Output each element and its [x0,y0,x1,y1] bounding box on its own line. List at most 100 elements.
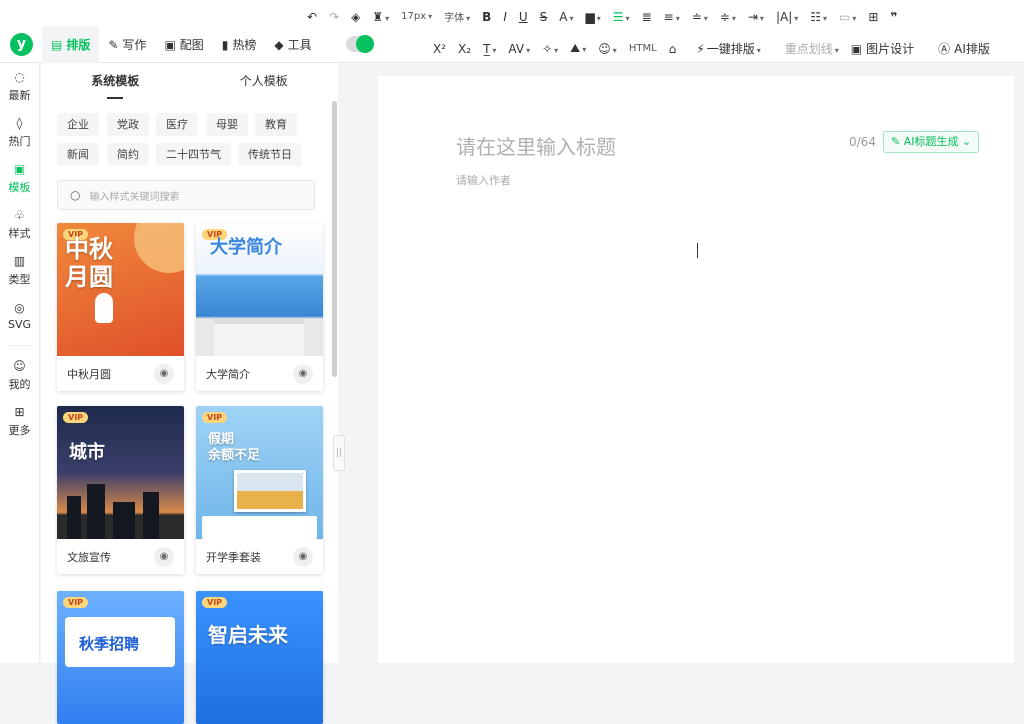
template-card[interactable]: VIP 秋季招聘 [57,591,184,724]
eye-icon[interactable]: ◉ [293,363,313,384]
school-bus-photo [237,473,303,509]
tag-festivals[interactable]: 传统节日 [238,143,302,166]
panel-tabs: 系统模板 个人模板 [41,63,338,99]
quote-icon[interactable]: ❞ [890,10,897,24]
insert-image-icon[interactable]: ⛰ [570,41,586,56]
list-icon[interactable]: ☷ [810,10,827,24]
eye-icon[interactable]: ◉ [293,546,313,567]
align-center-icon[interactable]: ☰ [613,10,630,24]
briefcase-icon[interactable]: ⌂ [669,42,677,56]
tab-system-templates[interactable]: 系统模板 [41,63,190,99]
undo-icon[interactable]: ↶ [307,10,317,24]
tag-news[interactable]: 新闻 [57,143,99,166]
format-painter-icon[interactable]: ◈ [351,10,360,24]
tag-enterprise[interactable]: 企业 [57,113,99,136]
title-input[interactable]: 请在这里输入标题 [456,131,616,160]
bookmark-icon: ▮ [221,37,229,52]
tab-trending[interactable]: ▮ 热榜 [213,26,266,63]
tag-simple[interactable]: 简约 [107,143,149,166]
tag-party[interactable]: 党政 [107,113,149,136]
template-card[interactable]: VIP 中秋 月圆 中秋月圆 ◉ [57,223,184,391]
ai-title-button[interactable]: ✎ AI标题生成 ⌄ [883,131,980,153]
sidebar-item-styles[interactable]: ♧ 样式 [0,201,39,247]
tab-personal-templates[interactable]: 个人模板 [190,63,339,99]
tab-writing[interactable]: ✎ 写作 [99,26,155,63]
tab-tools[interactable]: ◆ 工具 [265,26,320,63]
redo-icon[interactable]: ↷ [329,10,339,24]
template-title: 中秋月圆 [67,367,111,381]
align-icon[interactable]: ≡ [664,10,680,24]
sidebar-item-svg[interactable]: ◎ SVG [0,293,39,339]
tab-images[interactable]: ▣ 配图 [155,26,212,63]
vip-badge: VIP [202,412,228,423]
background-color-icon[interactable]: ▆ [586,10,601,24]
magic-wand-icon[interactable]: ✧ [542,42,558,56]
subscript-icon[interactable]: X₂ [458,42,471,56]
thumbnail-title: 秋季招聘 [79,635,140,653]
tab-layout[interactable]: ▤ 排版 [42,26,100,63]
tag-baby[interactable]: 母婴 [206,113,248,136]
toggle-knob [356,35,374,53]
template-search-input[interactable]: ○ 输入样式关键词搜索 [57,180,315,210]
svg-icon: ◎ [14,301,25,315]
app-logo[interactable]: y [10,33,33,56]
template-title: 大学简介 [206,367,250,381]
template-card[interactable]: VIP 城市 文旅宣传 ◉ [57,406,184,574]
tag-medical[interactable]: 医疗 [156,113,198,136]
bold-icon[interactable]: B [482,10,491,24]
letter-spacing-icon[interactable]: |A| [776,10,798,24]
template-card[interactable]: VIP 智启未来 [196,591,323,724]
strikethrough-icon[interactable]: S [540,10,548,24]
table-icon[interactable]: ⊞ [868,10,878,24]
sidebar-item-latest[interactable]: ◌ 最新 [0,63,39,109]
tag-solar-terms[interactable]: 二十四节气 [156,143,231,166]
font-family-select[interactable]: 字体 [444,9,470,24]
main-nav-tabs: ▤ 排版 ✎ 写作 ▣ 配图 ▮ 热榜 ◆ 工具 [42,26,321,63]
font-size-select[interactable]: 17px [401,11,432,22]
cube-icon: ◆ [274,37,284,52]
tab-label: 工具 [287,38,312,52]
image-design-button[interactable]: ▣ 图片设计 [851,40,926,57]
superscript-icon[interactable]: X² [433,42,446,56]
thumbnail-title: 大学简介 [210,237,282,258]
eye-icon[interactable]: ◉ [154,546,174,567]
tab-label: 排版 [66,38,91,52]
ai-icon: Ⓐ [938,42,951,56]
clear-format-icon[interactable]: ♜ [372,10,389,24]
info-strip [202,516,317,539]
user-icon: ☺ [13,358,26,373]
one-click-layout-button[interactable]: ⚡ 一键排版 [696,40,772,57]
indent-select-icon[interactable]: ⇥ [748,10,764,24]
indent-icon[interactable]: ≣ [642,10,652,24]
sidebar-item-templates[interactable]: ▣ 模板 [0,155,39,201]
eye-icon[interactable]: ◉ [154,363,174,384]
sidebar-item-hot[interactable]: ◊ 热门 [0,109,39,155]
tag-education[interactable]: 教育 [255,113,297,136]
sidebar-item-label: 热门 [8,134,31,148]
emoji-icon[interactable]: ☺ [598,42,617,56]
template-card[interactable]: VIP 假期 余额不足 开学季套装 ◉ [196,406,323,574]
sidebar-item-mine[interactable]: ☺ 我的 [0,352,39,398]
panel-scrollbar[interactable] [332,101,337,377]
feature-toggle[interactable] [346,35,374,53]
sidebar-item-types[interactable]: ▥ 类型 [0,247,39,293]
sidebar-item-label: 类型 [8,272,31,286]
ai-layout-button[interactable]: Ⓐ AI排版 [938,40,1002,57]
html-icon[interactable]: HTML [629,43,657,54]
building-shape [214,319,304,356]
divider-style-icon[interactable]: ▭ [839,10,856,24]
editor-canvas[interactable]: 请在这里输入标题 0/64 ✎ AI标题生成 ⌄ 请输入作者 [378,76,1014,663]
text-format-icon[interactable]: T̲ [483,42,496,56]
template-card[interactable]: VIP 大学简介 大学简介 ◉ [196,223,323,391]
line-height-icon[interactable]: ≐ [692,10,708,24]
font-color-icon[interactable]: A [559,10,573,24]
character-spacing-icon[interactable]: AV [508,42,530,56]
panel-resize-handle[interactable]: || [333,435,345,471]
sidebar-item-label: 样式 [8,226,31,240]
underline-icon[interactable]: U [519,10,528,24]
paragraph-spacing-icon[interactable]: ≑ [720,10,736,24]
highlight-button[interactable]: 重点划线 [785,40,839,57]
sidebar-item-more[interactable]: ⊞ 更多 [0,398,39,444]
author-input[interactable]: 请输入作者 [456,172,511,188]
italic-icon[interactable]: I [503,10,507,24]
